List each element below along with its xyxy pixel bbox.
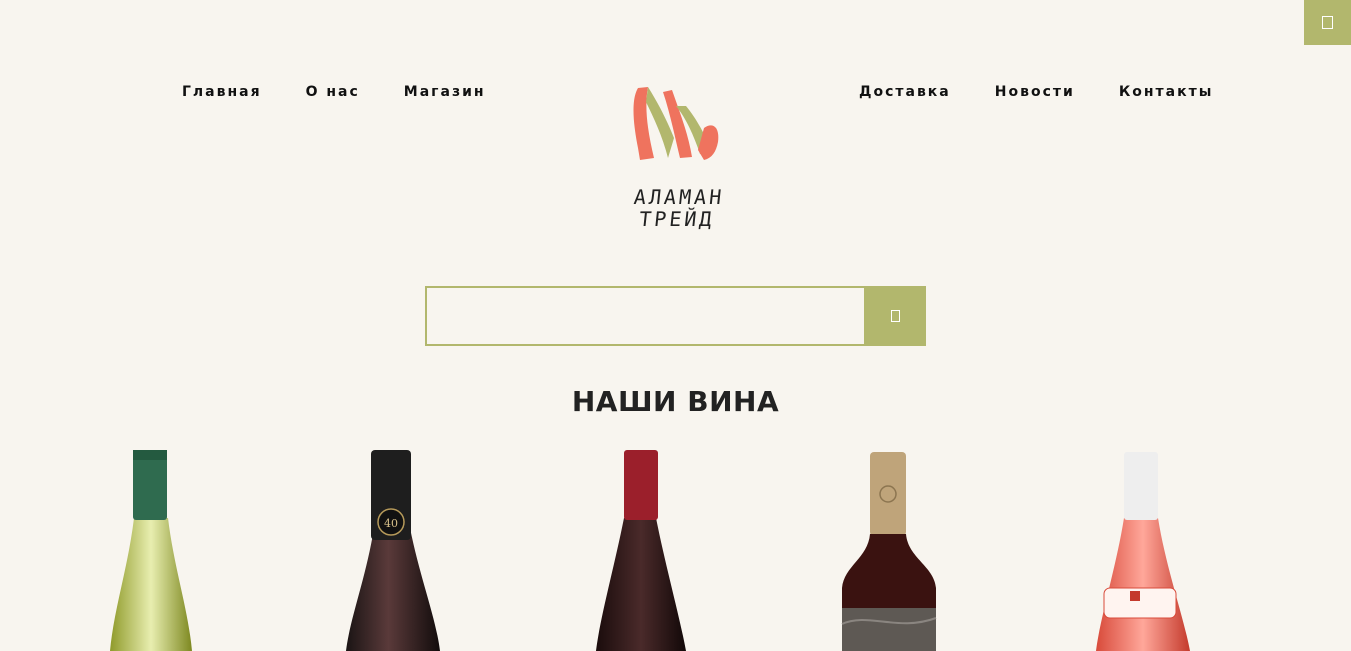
book-icon — [1322, 16, 1333, 29]
nav-left: Главная О нас Магазин — [182, 84, 486, 100]
nav-item-contacts[interactable]: Контакты — [1119, 84, 1214, 100]
search-button[interactable] — [864, 286, 926, 346]
logo[interactable]: АЛАМАН ТРЕЙД — [608, 78, 758, 238]
product-rose-wine-bottle[interactable] — [1090, 448, 1200, 651]
search-bar — [425, 286, 926, 346]
nav-right: Доставка Новости Контакты — [859, 84, 1213, 100]
section-title: НАШИ ВИНА — [571, 385, 780, 418]
corner-menu-button[interactable] — [1304, 0, 1351, 45]
search-input[interactable] — [425, 286, 864, 346]
product-white-wine-bottle[interactable] — [96, 448, 206, 651]
nav-item-home[interactable]: Главная — [182, 84, 262, 100]
product-red-wine-bottle-red-cap[interactable] — [594, 448, 694, 651]
product-red-wine-bottle-40[interactable]: 40 — [340, 448, 450, 651]
nav-item-news[interactable]: Новости — [995, 84, 1075, 100]
nav-item-about[interactable]: О нас — [306, 84, 360, 100]
product-red-wine-bottle-gold-cap[interactable] — [838, 448, 942, 651]
nav-item-delivery[interactable]: Доставка — [859, 84, 951, 100]
bottle-label-40: 40 — [384, 517, 398, 530]
logo-mark-icon — [633, 87, 719, 160]
search-icon — [890, 310, 900, 322]
logo-text: АЛАМАН ТРЕЙД — [632, 185, 726, 231]
nav-item-shop[interactable]: Магазин — [404, 84, 486, 100]
